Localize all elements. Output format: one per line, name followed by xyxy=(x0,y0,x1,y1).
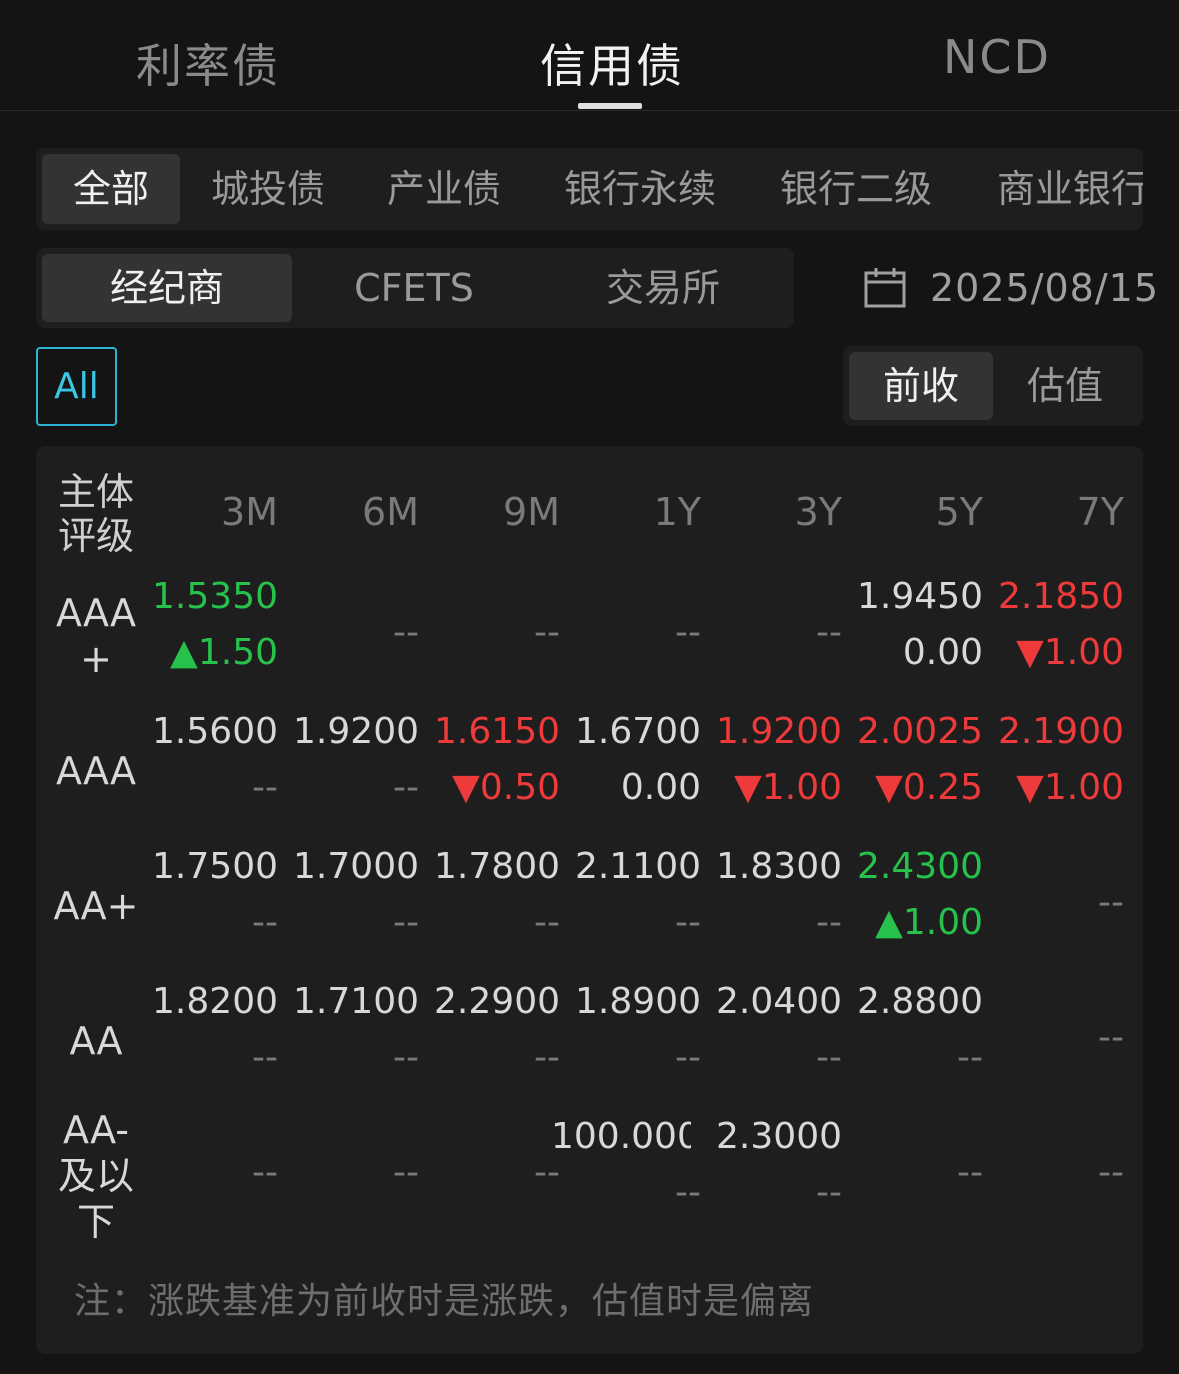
tab-ncd[interactable]: NCD xyxy=(943,30,1051,84)
yield-change: -- xyxy=(393,902,419,943)
category-commercial-bank[interactable]: 商业银行 xyxy=(997,154,1143,224)
column-header-6m: 6M xyxy=(362,490,419,534)
yield-change: -- xyxy=(252,902,278,943)
yield-change: -- xyxy=(957,1037,983,1078)
header-label-line2: 评级 xyxy=(58,514,135,558)
active-tab-indicator xyxy=(578,103,642,109)
yield-value[interactable]: 2.3000 xyxy=(710,1116,842,1157)
yield-value[interactable]: 1.7800 xyxy=(428,846,560,887)
yield-value[interactable]: 2.0400 xyxy=(710,981,842,1022)
mode-valuation[interactable]: 估值 xyxy=(993,352,1137,420)
empty-cell: -- xyxy=(534,612,560,653)
empty-cell: -- xyxy=(393,612,419,653)
yield-change: ▼1.00 xyxy=(1016,632,1124,673)
yield-change: -- xyxy=(252,767,278,808)
tab-credit-bond[interactable]: 信用债 xyxy=(540,30,684,96)
source-broker[interactable]: 经纪商 xyxy=(42,254,292,322)
yield-value[interactable]: 1.6150 xyxy=(428,711,560,752)
empty-cell: -- xyxy=(816,612,842,653)
yield-value[interactable]: 1.8900 xyxy=(569,981,701,1022)
yield-value[interactable]: 1.9450 xyxy=(851,576,983,617)
yield-change: -- xyxy=(675,902,701,943)
rating-label: AA+ xyxy=(53,884,139,928)
date-picker[interactable]: 2025/08/15 xyxy=(864,262,1159,314)
category-industry[interactable]: 产业债 xyxy=(387,154,501,224)
date-value: 2025/08/15 xyxy=(930,266,1160,310)
column-header-5y: 5Y xyxy=(935,490,983,534)
yield-change: -- xyxy=(534,1037,560,1078)
yield-change: ▼1.00 xyxy=(734,767,842,808)
yield-value[interactable]: 1.7000 xyxy=(287,846,419,887)
yield-value[interactable]: 1.6700 xyxy=(569,711,701,752)
empty-cell: -- xyxy=(252,1152,278,1193)
rating-column-header: 主体 评级 xyxy=(58,470,148,558)
calendar-icon xyxy=(864,268,906,308)
yield-value[interactable]: 1.8200 xyxy=(146,981,278,1022)
yield-change: -- xyxy=(816,1037,842,1078)
yield-change: -- xyxy=(816,902,842,943)
empty-cell: -- xyxy=(1098,1152,1124,1193)
tab-rate-bond[interactable]: 利率债 xyxy=(136,30,280,96)
header-label-line1: 主体 xyxy=(58,470,135,514)
footnote: 注：涨跌基准为前收时是涨跌，估值时是偏离 xyxy=(74,1281,815,1322)
column-header-7y: 7Y xyxy=(1076,490,1124,534)
yield-change: -- xyxy=(534,902,560,943)
yield-value[interactable]: 2.4300 xyxy=(851,846,983,887)
yield-change: ▲1.00 xyxy=(875,902,983,943)
yield-change: 0.00 xyxy=(620,767,701,808)
empty-cell: -- xyxy=(1098,1017,1124,1058)
yield-value[interactable]: 2.0025 xyxy=(851,711,983,752)
empty-cell: -- xyxy=(393,1152,419,1193)
rating-label: AAA + xyxy=(55,591,137,681)
rating-label: AAA xyxy=(55,749,137,793)
mode-toggle: 前收 估值 xyxy=(843,346,1143,426)
yield-change: ▼0.25 xyxy=(875,767,983,808)
yield-value[interactable]: 100.0000 xyxy=(551,1116,691,1157)
all-ratings-button[interactable]: All xyxy=(36,347,117,426)
yield-value[interactable]: 2.8800 xyxy=(851,981,983,1022)
source-cfets[interactable]: CFETS xyxy=(289,254,539,322)
yield-change: -- xyxy=(252,1037,278,1078)
yield-change: -- xyxy=(675,1037,701,1078)
category-bank-tier2[interactable]: 银行二级 xyxy=(780,154,932,224)
yield-value[interactable]: 1.9200 xyxy=(287,711,419,752)
yield-change: ▼0.50 xyxy=(452,767,560,808)
source-exchange[interactable]: 交易所 xyxy=(538,254,788,322)
empty-cell: -- xyxy=(675,612,701,653)
column-header-3m: 3M xyxy=(221,490,278,534)
yield-value[interactable]: 1.8300 xyxy=(710,846,842,887)
yield-value[interactable]: 1.5600 xyxy=(146,711,278,752)
yield-value[interactable]: 1.7100 xyxy=(287,981,419,1022)
yield-change: -- xyxy=(675,1172,701,1213)
yield-value[interactable]: 2.2900 xyxy=(428,981,560,1022)
top-tab-bar: 利率债 信用债 NCD xyxy=(0,0,1179,111)
source-filter-bar: 经纪商 CFETS 交易所 xyxy=(36,248,794,328)
yield-change: -- xyxy=(393,767,419,808)
yield-change: -- xyxy=(816,1172,842,1213)
yield-change: -- xyxy=(393,1037,419,1078)
category-chengtou[interactable]: 城投债 xyxy=(211,154,325,224)
category-bank-perpetual[interactable]: 银行永续 xyxy=(564,154,716,224)
category-filter-bar: 全部 城投债 产业债 银行永续 银行二级 商业银行 xyxy=(36,148,1143,230)
empty-cell: -- xyxy=(957,1152,983,1193)
yield-change: ▼1.00 xyxy=(1016,767,1124,808)
empty-cell: -- xyxy=(1098,882,1124,923)
rating-label: AA- 及以下 xyxy=(57,1108,134,1244)
yield-change: ▲1.50 xyxy=(170,632,278,673)
yield-value[interactable]: 2.1900 xyxy=(992,711,1124,752)
yield-value[interactable]: 2.1100 xyxy=(569,846,701,887)
yield-change: 0.00 xyxy=(902,632,983,673)
yield-value[interactable]: 1.5350 xyxy=(146,576,278,617)
category-all[interactable]: 全部 xyxy=(42,154,180,224)
empty-cell: -- xyxy=(534,1152,560,1193)
column-header-9m: 9M xyxy=(503,490,560,534)
rating-label: AA xyxy=(69,1019,123,1063)
yield-value[interactable]: 1.9200 xyxy=(710,711,842,752)
column-header-3y: 3Y xyxy=(794,490,842,534)
yield-value[interactable]: 2.1850 xyxy=(992,576,1124,617)
mode-previous-close[interactable]: 前收 xyxy=(849,352,993,420)
yield-value[interactable]: 1.7500 xyxy=(146,846,278,887)
column-header-1y: 1Y xyxy=(653,490,701,534)
yield-table-panel: 主体 评级 3M 6M 9M 1Y 3Y 5Y 7Y AAA +1.5350 ▲1.50 -- --… xyxy=(36,446,1143,1354)
